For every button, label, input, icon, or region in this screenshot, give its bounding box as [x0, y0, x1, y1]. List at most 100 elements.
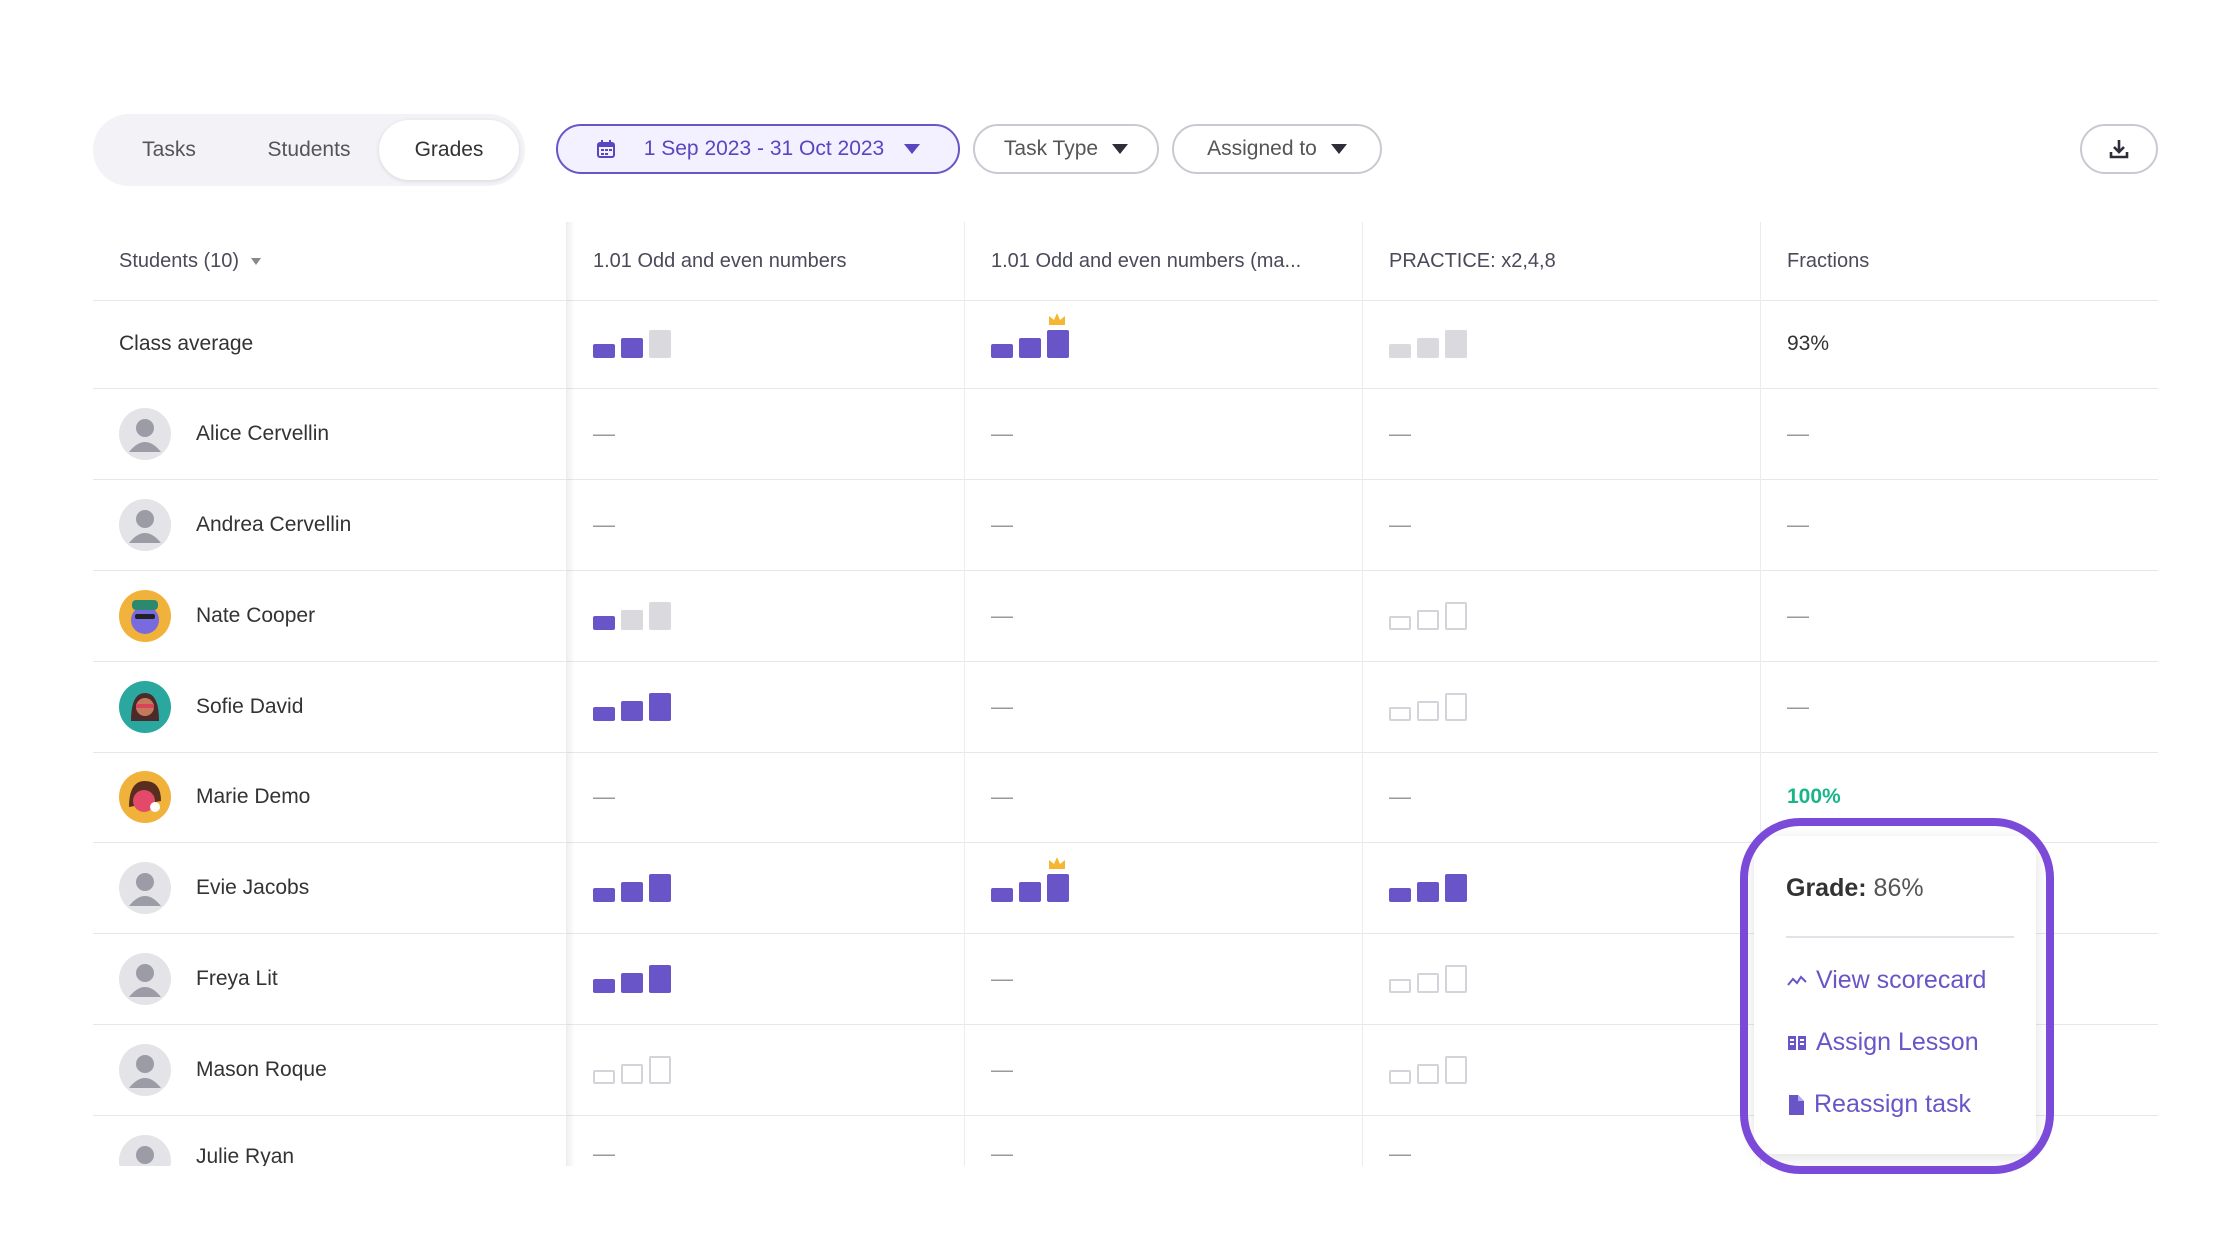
grade-bars [1389, 692, 1467, 721]
grade-cell[interactable]: — [567, 479, 965, 570]
table-row: Marie Demo — — — 100% [93, 752, 2158, 843]
student-cell[interactable]: Alice Cervellin [93, 388, 567, 479]
empty-dash: — [991, 420, 1013, 446]
reassign-task-link[interactable]: Reassign task [1786, 1090, 1971, 1119]
grade-cell[interactable] [965, 300, 1363, 388]
student-cell[interactable]: Mason Roque [93, 1024, 567, 1115]
grade-cell[interactable] [1363, 300, 1761, 388]
grade-cell[interactable] [567, 933, 965, 1024]
grade-cell[interactable]: — [965, 570, 1363, 661]
avatar [119, 1135, 171, 1166]
avatar [119, 407, 171, 460]
grade-bars [1389, 1055, 1467, 1084]
student-cell[interactable]: Julie Ryan [93, 1115, 567, 1166]
column-header[interactable]: Fractions [1761, 222, 2158, 300]
empty-dash: — [1389, 1141, 1411, 1166]
sort-caret-icon [251, 257, 262, 265]
grade-cell[interactable]: — [1761, 661, 2158, 752]
column-header[interactable]: PRACTICE: x2,4,8 [1363, 222, 1761, 300]
view-tabs: Tasks Students Grades [93, 114, 525, 186]
assign-lesson-label: Assign Lesson [1816, 1028, 1979, 1056]
grade-cell[interactable]: — [965, 388, 1363, 479]
grade-cell[interactable]: — [1761, 479, 2158, 570]
column-header[interactable]: 1.01 Odd and even numbers [567, 222, 965, 300]
tab-grades[interactable]: Grades [379, 120, 519, 180]
task-type-label: Task Type [1003, 137, 1099, 160]
tab-tasks[interactable]: Tasks [99, 120, 239, 180]
grade-bars [593, 1055, 671, 1084]
column-header[interactable]: 1.01 Odd and even numbers (ma... [965, 222, 1363, 300]
student-cell[interactable]: Andrea Cervellin [93, 479, 567, 570]
student-cell[interactable]: Evie Jacobs [93, 842, 567, 933]
grade-bars [1389, 601, 1467, 630]
student-cell[interactable]: Sofie David [93, 661, 567, 752]
grade-cell[interactable] [567, 300, 965, 388]
student-name: Mason Roque [196, 1057, 327, 1081]
grade-cell[interactable]: — [965, 661, 1363, 752]
grade-cell[interactable]: — [1363, 1115, 1761, 1166]
assigned-to-filter[interactable]: Assigned to [1172, 124, 1382, 174]
student-cell[interactable]: Freya Lit [93, 933, 567, 1024]
grade-cell[interactable] [965, 842, 1363, 933]
empty-dash: — [991, 602, 1013, 628]
empty-dash: — [1389, 784, 1411, 809]
grade-cell[interactable]: — [965, 1115, 1363, 1166]
grade-cell[interactable]: — [567, 1115, 965, 1166]
grade-bars [593, 964, 671, 993]
assign-lesson-link[interactable]: Assign Lesson [1786, 1028, 1979, 1057]
grade-cell[interactable]: — [965, 752, 1363, 842]
grade-cell[interactable]: — [965, 479, 1363, 570]
avatar [119, 771, 171, 823]
grade-cell[interactable]: — [965, 1024, 1363, 1115]
grade-cell[interactable]: — [1761, 388, 2158, 479]
student-cell[interactable]: Nate Cooper [93, 570, 567, 661]
grade-cell[interactable] [1363, 842, 1761, 933]
student-name: Andrea Cervellin [196, 512, 352, 536]
grade-cell[interactable]: — [1363, 479, 1761, 570]
grade-cell[interactable] [1363, 661, 1761, 752]
popup-divider [1786, 936, 2014, 938]
grade-cell[interactable] [567, 1024, 965, 1115]
grade-cell[interactable]: — [567, 752, 965, 842]
table-row: Andrea Cervellin — — — — [93, 479, 2158, 571]
grade-bars [991, 313, 1069, 358]
book-icon [1788, 1035, 1806, 1050]
students-column-header[interactable]: Students (10) [93, 222, 567, 300]
grade-cell[interactable] [1363, 933, 1761, 1024]
grade-percent: 100% [1787, 785, 1841, 808]
empty-dash: — [593, 784, 615, 809]
grade-bars [991, 856, 1069, 902]
grade-cell[interactable]: — [1363, 388, 1761, 479]
grade-cell[interactable]: — [1363, 752, 1761, 842]
grade-cell[interactable] [567, 661, 965, 752]
grade-cell[interactable] [1363, 1024, 1761, 1115]
grade-bars [1389, 873, 1467, 902]
empty-dash: — [1787, 602, 1809, 628]
view-scorecard-link[interactable]: View scorecard [1786, 966, 1986, 995]
empty-dash: — [991, 784, 1013, 809]
crown-icon [1049, 856, 1065, 869]
reassign-task-label: Reassign task [1814, 1090, 1972, 1118]
download-icon [2109, 140, 2129, 159]
date-range-filter[interactable]: 1 Sep 2023 - 31 Oct 2023 [556, 124, 960, 174]
student-name: Julie Ryan [196, 1145, 295, 1166]
grade-cell[interactable] [567, 570, 965, 661]
download-button[interactable] [2080, 124, 2158, 174]
grade-cell[interactable]: — [1761, 570, 2158, 661]
empty-dash: — [593, 1141, 615, 1166]
task-type-filter[interactable]: Task Type [973, 124, 1159, 174]
trend-line-icon [1787, 974, 1807, 986]
grade-cell[interactable]: 93% [1761, 300, 2158, 388]
grade-cell[interactable] [1363, 570, 1761, 661]
tab-students[interactable]: Students [239, 120, 379, 180]
grade-value: 86% [1873, 874, 1924, 902]
student-cell[interactable]: Marie Demo [93, 752, 567, 842]
students-header-label: Students (10) [119, 249, 240, 272]
empty-dash: — [1787, 511, 1809, 537]
grade-cell[interactable]: — [965, 933, 1363, 1024]
grade-cell[interactable]: 100% [1761, 752, 2158, 842]
grade-cell[interactable] [567, 842, 965, 933]
empty-dash: — [991, 1056, 1013, 1082]
grade-cell[interactable]: — [567, 388, 965, 479]
student-name: Freya Lit [196, 966, 278, 990]
